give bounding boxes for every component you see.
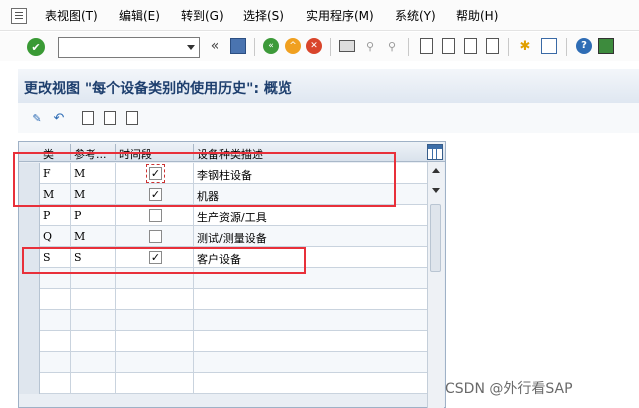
- system-menu-icon[interactable]: [11, 8, 27, 24]
- highlight-box-row-s: [22, 247, 306, 274]
- prev-page-icon[interactable]: [439, 37, 457, 55]
- empty-row[interactable]: [19, 373, 429, 394]
- scroll-thumb[interactable]: [430, 204, 441, 272]
- deselect-all-icon[interactable]: [124, 110, 140, 126]
- menu-table-view[interactable]: 表视图(T): [45, 9, 98, 23]
- menu-edit[interactable]: 编辑(E): [119, 9, 160, 23]
- cancel-icon[interactable]: ✕: [305, 37, 323, 55]
- table-row[interactable]: Q M 测试/测量设备: [19, 226, 429, 247]
- help-icon[interactable]: ?: [575, 37, 593, 55]
- find-next-icon[interactable]: ⚲: [383, 37, 401, 55]
- command-field[interactable]: [58, 37, 200, 58]
- print-icon[interactable]: [338, 37, 356, 55]
- cell-description: 生产资源/工具: [197, 211, 267, 224]
- menu-selection[interactable]: 选择(S): [243, 9, 284, 23]
- vertical-scrollbar[interactable]: [427, 162, 444, 408]
- menu-help[interactable]: 帮助(H): [456, 9, 498, 23]
- menu-system[interactable]: 系统(Y): [395, 9, 436, 23]
- scroll-down-icon[interactable]: [432, 188, 440, 193]
- cell-description: 测试/测量设备: [197, 232, 267, 245]
- menu-bar: 表视图(T) 编辑(E) 转到(G) 选择(S) 实用程序(M) 系统(Y) 帮…: [0, 0, 639, 31]
- table-settings-icon[interactable]: [427, 144, 443, 160]
- empty-row[interactable]: [19, 352, 429, 373]
- last-page-icon[interactable]: [483, 37, 501, 55]
- display-change-icon[interactable]: ✎: [29, 110, 45, 126]
- application-toolbar: ✎ ↶: [18, 103, 639, 133]
- layout-icon[interactable]: [597, 37, 615, 55]
- cell-reference: P: [74, 209, 82, 222]
- cell-class: P: [43, 209, 51, 222]
- exit-icon[interactable]: ^: [284, 37, 302, 55]
- watermark: CSDN @外行看SAP: [445, 381, 573, 397]
- row-selector[interactable]: [19, 310, 40, 331]
- save-icon[interactable]: [229, 37, 247, 55]
- collapse-icon[interactable]: «: [206, 37, 224, 55]
- row-selector[interactable]: [19, 205, 40, 226]
- select-all-icon[interactable]: [80, 110, 96, 126]
- cell-class: Q: [43, 230, 53, 243]
- row-selector[interactable]: [19, 331, 40, 352]
- menu-goto[interactable]: 转到(G): [181, 9, 224, 23]
- empty-row[interactable]: [19, 310, 429, 331]
- undo-icon[interactable]: ↶: [51, 110, 67, 126]
- first-page-icon[interactable]: [417, 37, 435, 55]
- time-segment-checkbox[interactable]: [149, 230, 162, 243]
- standard-toolbar: ✔ « « ^ ✕ ⚲ ⚲ ✱ ?: [0, 32, 639, 61]
- highlight-box-rows-f-m: [13, 152, 396, 207]
- title-bar: 更改视图 "每个设备类别的使用历史": 概览: [18, 69, 639, 103]
- empty-row[interactable]: [19, 289, 429, 310]
- table-row[interactable]: P P 生产资源/工具: [19, 205, 429, 226]
- row-selector[interactable]: [19, 289, 40, 310]
- page-title: 更改视图 "每个设备类别的使用历史": 概览: [24, 81, 292, 97]
- create-session-icon[interactable]: ✱: [516, 37, 534, 55]
- next-page-icon[interactable]: [461, 37, 479, 55]
- scroll-up-icon[interactable]: [432, 168, 440, 173]
- cell-reference: M: [74, 230, 86, 243]
- empty-row[interactable]: [19, 331, 429, 352]
- shortcut-icon[interactable]: [540, 37, 558, 55]
- row-selector[interactable]: [19, 373, 40, 394]
- time-segment-checkbox[interactable]: [149, 209, 162, 222]
- back-icon[interactable]: «: [262, 37, 280, 55]
- row-selector[interactable]: [19, 352, 40, 373]
- menu-utilities[interactable]: 实用程序(M): [306, 9, 374, 23]
- chevron-down-icon[interactable]: [187, 45, 195, 50]
- find-icon[interactable]: ⚲: [361, 37, 379, 55]
- enter-icon[interactable]: ✔: [27, 38, 45, 56]
- row-selector[interactable]: [19, 226, 40, 247]
- select-block-icon[interactable]: [102, 110, 118, 126]
